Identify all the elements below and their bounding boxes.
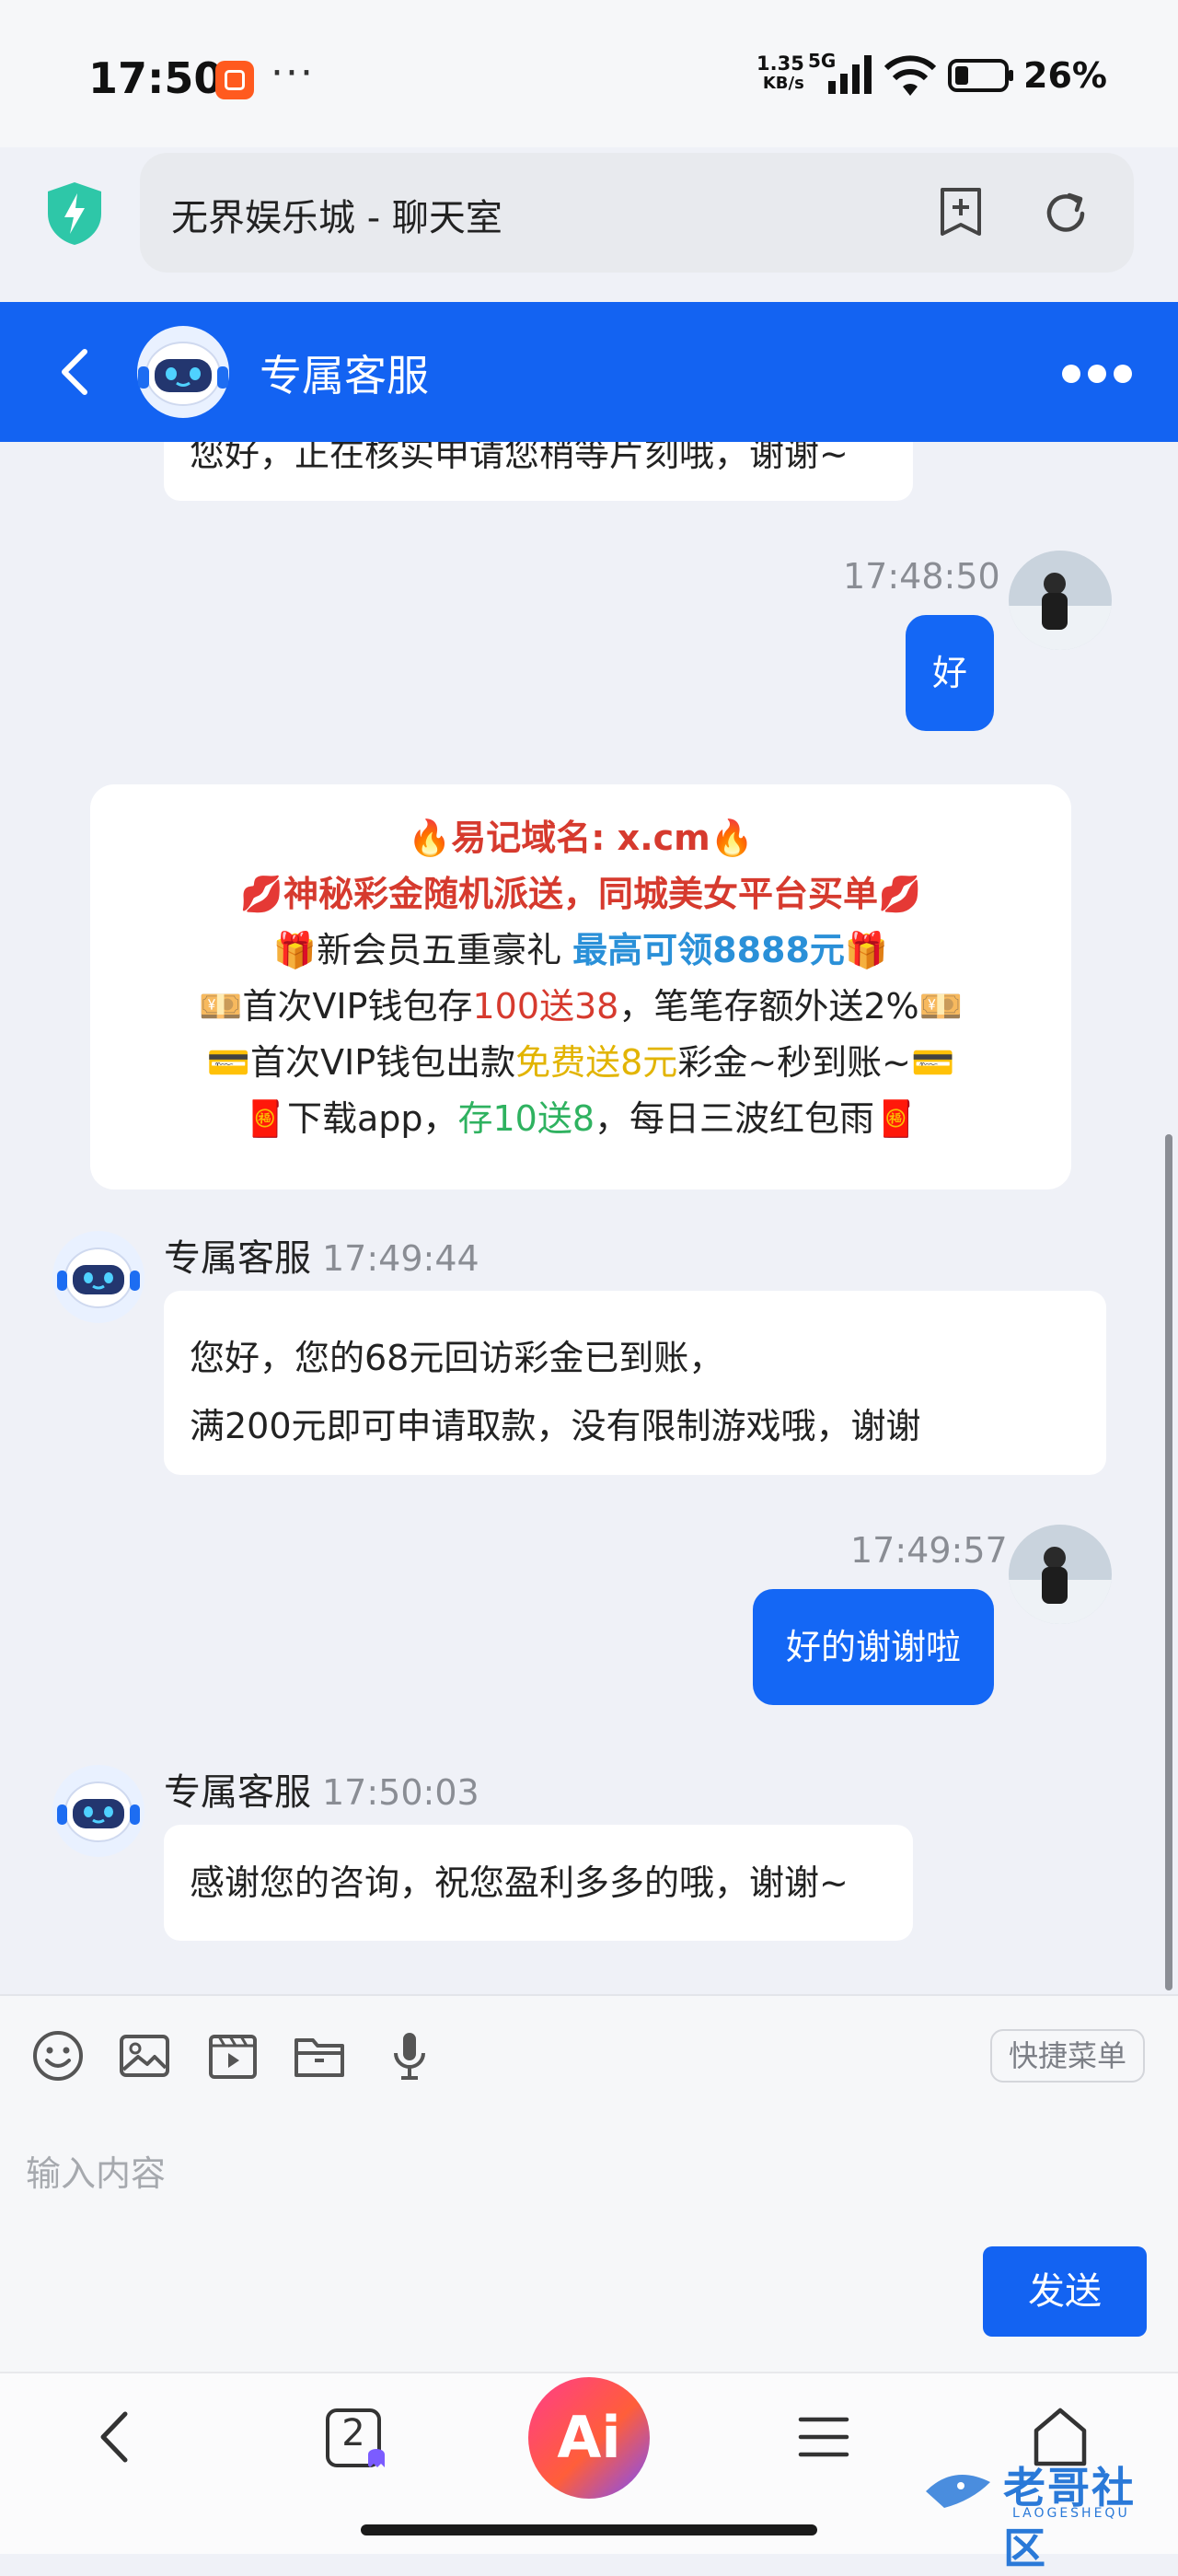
message-text: 好	[931, 653, 967, 693]
page-title[interactable]: 无界娱乐城 - 聊天室	[171, 188, 502, 241]
promo-text: ，每日三波红包雨🧧	[595, 1098, 918, 1139]
ai-assistant-button[interactable]: Ai	[528, 2377, 650, 2499]
image-icon[interactable]	[118, 2029, 171, 2083]
user-photo-icon	[1009, 1525, 1112, 1624]
promo-text: 彩金~秒到账~💳	[677, 1042, 955, 1083]
user-avatar	[1009, 551, 1112, 650]
message-bubble-clip: 您好，正在核实申请您稍等片刻哦，谢谢~	[164, 442, 913, 501]
agent-avatar-icon	[52, 1765, 144, 1857]
message-time: 17:48:50	[843, 556, 1000, 597]
message-bubble: 您好，您的68元回访彩金已到账， 满200元即可申请取款，没有限制游戏哦，谢谢	[164, 1291, 1106, 1475]
promo-line-4: 💴首次VIP钱包存100送38，笔笔存额外送2%💴	[90, 979, 1071, 1035]
message-text: 好的谢谢啦	[785, 1627, 961, 1667]
network-speed-value: 1.35	[756, 52, 804, 75]
promo-highlight: 免费送8元	[515, 1042, 678, 1083]
promo-line-6: 🧧下载app，存10送8，每日三波红包雨🧧	[90, 1091, 1071, 1147]
message-time: 17:49:57	[850, 1530, 1008, 1571]
refresh-icon[interactable]	[1040, 188, 1091, 239]
agent-avatar-icon	[52, 1231, 144, 1323]
microphone-icon[interactable]	[383, 2029, 436, 2083]
network-speed: 1.35 KB/s	[756, 53, 804, 94]
back-icon[interactable]	[55, 344, 92, 400]
promo-text: ，笔笔存额外送2%💴	[618, 986, 963, 1027]
emoji-icon[interactable]	[31, 2029, 85, 2083]
message-time: 17:50:03	[322, 1772, 479, 1813]
message-text: 您好，正在核实申请您稍等片刻哦，谢谢~	[190, 442, 849, 474]
security-shield-icon[interactable]	[44, 180, 105, 247]
battery-icon	[948, 59, 1013, 92]
wifi-icon	[884, 55, 937, 96]
network-speed-unit: KB/s	[762, 74, 804, 93]
promo-text: 🧧下载app，	[243, 1098, 458, 1139]
message-text: 您好，您的68元回访彩金已到账，	[190, 1338, 724, 1378]
agent-avatar-icon	[137, 326, 229, 418]
add-bookmark-icon[interactable]	[935, 186, 987, 238]
tabs-count: 2	[341, 2412, 365, 2454]
notification-app-icon	[215, 61, 254, 99]
promo-text: 💳首次VIP钱包出款	[206, 1042, 516, 1083]
promo-announcement: 🔥易记域名: x.cm🔥 💋神秘彩金随机派送，同城美女平台买单💋 🎁新会员五重豪…	[90, 784, 1071, 1189]
promo-line-1: 🔥易记域名: x.cm🔥	[407, 818, 755, 858]
send-button[interactable]: 发送	[983, 2246, 1147, 2337]
message-text: 满200元即可申请取款，没有限制游戏哦，谢谢	[190, 1406, 921, 1446]
folder-icon[interactable]	[293, 2029, 346, 2083]
outgoing-message-bubble: 好	[906, 615, 994, 731]
promo-highlight: 100送38	[472, 986, 619, 1027]
quick-menu-button[interactable]: 快捷菜单	[990, 2029, 1145, 2083]
user-photo-icon	[1009, 551, 1112, 650]
battery-percent: 26%	[1023, 55, 1107, 96]
sender-name: 专属客服	[164, 1237, 311, 1280]
promo-line-3: 🎁新会员五重豪礼 最高可领8888元🎁	[90, 922, 1071, 979]
user-avatar	[1009, 1525, 1112, 1624]
watermark-subtext: LAOGESHEQU	[1012, 2506, 1130, 2521]
promo-text: 💴首次VIP钱包存	[199, 986, 473, 1027]
message-bubble: 您好，正在核实申请您稍等片刻哦，谢谢~	[164, 442, 913, 501]
chat-title: 专属客服	[260, 351, 429, 400]
home-indicator[interactable]	[361, 2524, 817, 2535]
status-time: 17:50	[88, 53, 224, 103]
signal-icon	[828, 55, 872, 94]
message-bubble: 感谢您的咨询，祝您盈利多多的哦，谢谢~	[164, 1825, 913, 1941]
chat-scrollbar[interactable]	[1165, 1134, 1172, 1990]
message-time: 17:49:44	[322, 1238, 479, 1279]
promo-text: 🎁新会员五重豪礼	[272, 930, 573, 970]
more-notifications-icon: ···	[271, 50, 315, 97]
promo-text: 🎁	[844, 930, 889, 970]
promo-line-2: 💋神秘彩金随机派送，同城美女平台买单💋	[239, 874, 922, 914]
message-text: 感谢您的咨询，祝您盈利多多的哦，谢谢~	[190, 1862, 849, 1903]
sender-name: 专属客服	[164, 1771, 311, 1814]
promo-highlight: 存10送8	[457, 1098, 595, 1139]
outgoing-message-bubble: 好的谢谢啦	[753, 1589, 994, 1705]
video-icon[interactable]	[206, 2029, 260, 2083]
promo-highlight: 最高可领8888元	[572, 930, 845, 970]
sender-line: 专属客服 17:49:44	[164, 1228, 479, 1282]
browser-back-icon[interactable]	[92, 2405, 138, 2469]
promo-line-5: 💳首次VIP钱包出款免费送8元彩金~秒到账~💳	[90, 1035, 1071, 1091]
message-input[interactable]	[24, 2145, 948, 2202]
more-options-icon[interactable]	[1060, 363, 1134, 385]
sender-line: 专属客服 17:50:03	[164, 1762, 479, 1816]
menu-icon[interactable]	[797, 2410, 850, 2464]
